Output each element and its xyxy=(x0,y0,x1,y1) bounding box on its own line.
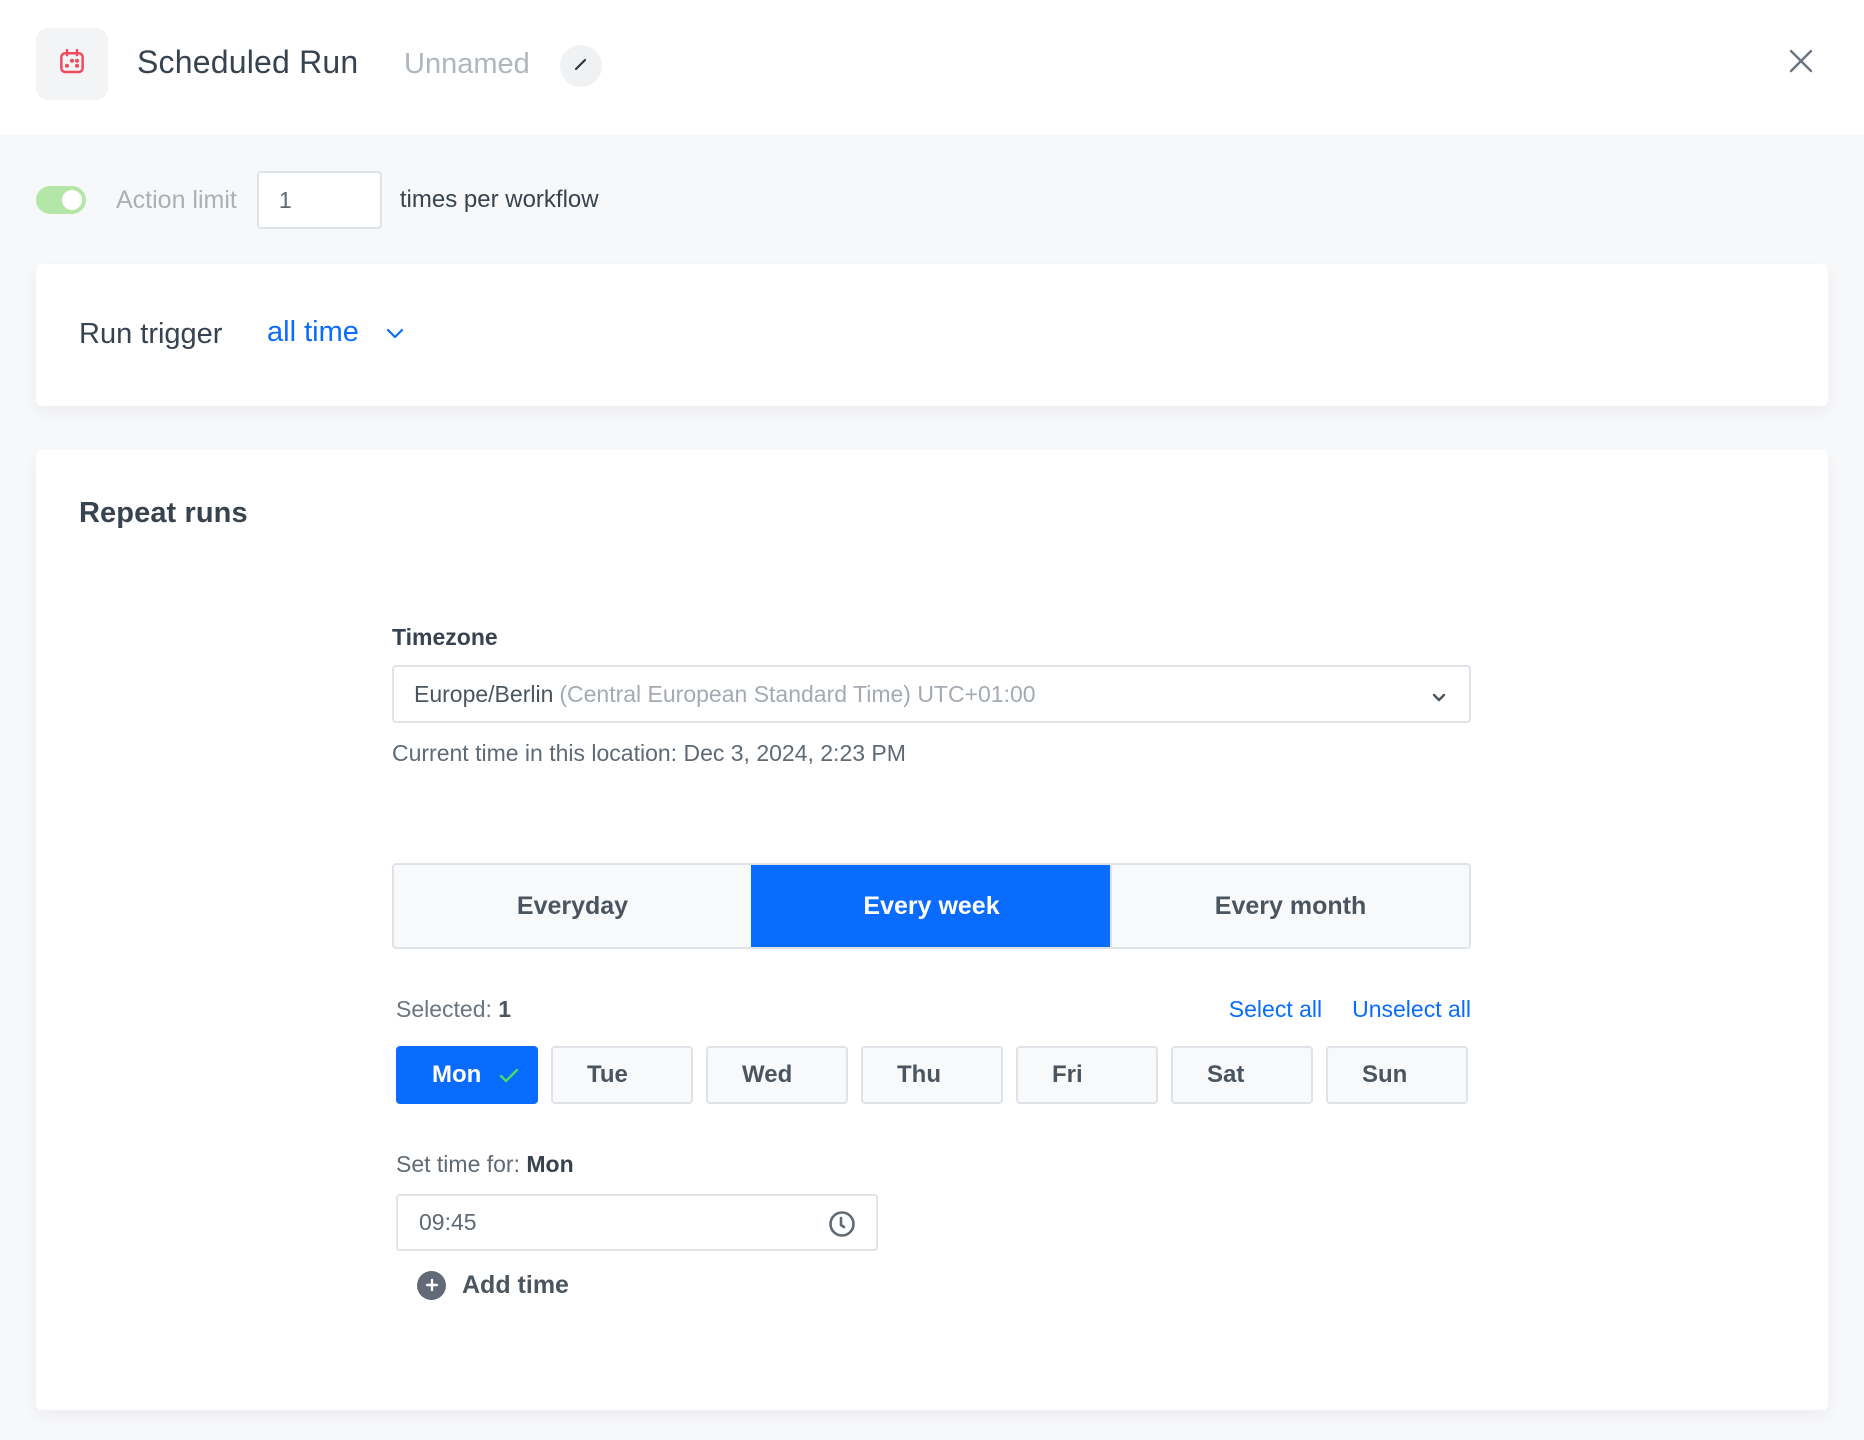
repeat-runs-card: Repeat runs Timezone Europe/Berlin (Cent… xyxy=(36,450,1828,1410)
day-tue[interactable]: Tue xyxy=(551,1046,693,1104)
page-title: Scheduled Run xyxy=(137,44,359,80)
selected-value: 1 xyxy=(498,996,512,1022)
chevron-down-icon xyxy=(385,327,405,339)
add-time-label: Add time xyxy=(462,1270,569,1299)
day-label: Sun xyxy=(1362,1061,1408,1088)
frequency-selector: Everyday Every week Every month xyxy=(392,863,1471,949)
repeat-runs-title: Repeat runs xyxy=(79,497,248,529)
set-time-text: Set time for: xyxy=(396,1151,520,1177)
day-label: Sat xyxy=(1207,1061,1245,1088)
run-trigger-dropdown[interactable]: all time xyxy=(267,316,405,349)
workflow-name[interactable]: Unnamed xyxy=(404,48,530,81)
action-limit-toggle[interactable] xyxy=(36,186,86,214)
set-time-label: Set time for: Mon xyxy=(396,1151,574,1178)
close-button[interactable] xyxy=(1784,46,1818,80)
plus-circle-icon xyxy=(417,1270,446,1300)
calendar-icon xyxy=(57,47,87,82)
header-icon-box xyxy=(36,28,108,100)
add-time-button[interactable]: Add time xyxy=(417,1263,569,1307)
day-selector: Mon Tue Wed Thu Fri Sat Sun xyxy=(396,1046,1468,1104)
pencil-icon xyxy=(573,56,589,77)
timezone-label: Timezone xyxy=(392,624,498,650)
day-label: Wed xyxy=(742,1061,793,1088)
day-label: Thu xyxy=(897,1061,941,1088)
time-value: 09:45 xyxy=(419,1209,477,1235)
run-trigger-label: Run trigger xyxy=(79,318,223,350)
day-label: Tue xyxy=(587,1061,628,1088)
timezone-select[interactable]: Europe/Berlin (Central European Standard… xyxy=(392,665,1471,723)
frequency-everyday[interactable]: Everyday xyxy=(394,865,751,947)
run-trigger-value: all time xyxy=(267,316,359,348)
day-sat[interactable]: Sat xyxy=(1171,1046,1313,1104)
selection-links: Select all Unselect all xyxy=(1229,996,1471,1023)
check-icon xyxy=(498,1064,520,1092)
select-all-link[interactable]: Select all xyxy=(1229,996,1322,1023)
day-wed[interactable]: Wed xyxy=(706,1046,848,1104)
unselect-all-link[interactable]: Unselect all xyxy=(1352,996,1471,1023)
selected-count: Selected: 1 xyxy=(396,996,511,1023)
run-trigger-card: Run trigger all time xyxy=(36,264,1828,406)
day-thu[interactable]: Thu xyxy=(861,1046,1003,1104)
frequency-every-month[interactable]: Every month xyxy=(1110,865,1469,947)
set-time-day: Mon xyxy=(526,1151,574,1177)
edit-name-button[interactable] xyxy=(560,45,602,87)
day-label: Mon xyxy=(432,1061,482,1088)
toggle-knob xyxy=(62,190,82,210)
selected-label: Selected: xyxy=(396,996,492,1022)
chevron-down-icon xyxy=(1431,685,1447,712)
day-mon[interactable]: Mon xyxy=(396,1046,538,1104)
timezone-value: Europe/Berlin xyxy=(414,680,554,707)
action-limit-label: Action limit xyxy=(116,185,237,214)
clock-icon[interactable] xyxy=(828,1210,856,1244)
close-icon xyxy=(1789,49,1813,78)
timezone-detail: (Central European Standard Time) UTC+01:… xyxy=(559,680,1036,707)
action-limit-input[interactable] xyxy=(256,171,382,229)
action-limit-row: Action limit times per workflow xyxy=(36,171,599,229)
day-label: Fri xyxy=(1052,1061,1083,1088)
modal-header: Scheduled Run Unnamed xyxy=(0,0,1864,135)
time-input[interactable]: 09:45 xyxy=(396,1194,878,1251)
day-sun[interactable]: Sun xyxy=(1326,1046,1468,1104)
current-time-hint: Current time in this location: Dec 3, 20… xyxy=(392,740,906,766)
day-fri[interactable]: Fri xyxy=(1016,1046,1158,1104)
frequency-every-week[interactable]: Every week xyxy=(751,865,1110,947)
action-limit-suffix: times per workflow xyxy=(399,186,599,213)
